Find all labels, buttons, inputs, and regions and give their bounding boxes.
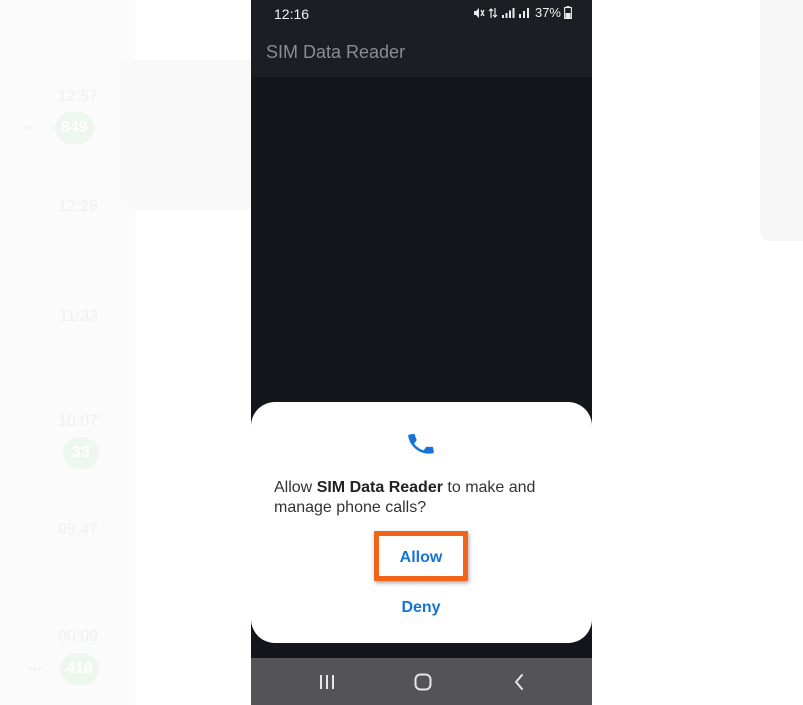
allow-button[interactable]: Allow bbox=[371, 543, 471, 573]
recent-apps-icon bbox=[320, 675, 334, 689]
deny-button[interactable]: Deny bbox=[371, 593, 471, 623]
back-button[interactable] bbox=[499, 668, 539, 696]
phone-screen: 12:16 37% SIM Data Reader Allow SIM Data… bbox=[251, 0, 592, 705]
permission-message: Allow SIM Data Reader to make and manage… bbox=[274, 478, 574, 518]
background-side-panel bbox=[760, 0, 803, 241]
background-thread-prefix: ••• bbox=[28, 661, 42, 676]
navigation-bar bbox=[251, 658, 592, 705]
status-time: 12:16 bbox=[274, 6, 310, 22]
battery-icon bbox=[564, 6, 572, 19]
background-card bbox=[120, 60, 251, 210]
home-icon bbox=[414, 673, 432, 691]
status-icons: 37% bbox=[473, 5, 572, 20]
background-thread-time: 11:33 bbox=[59, 308, 98, 325]
background-unread-badge: 33 bbox=[63, 437, 99, 469]
mute-icon bbox=[473, 7, 485, 18]
background-thread-time: 09:47 bbox=[57, 521, 98, 538]
status-bar: 12:16 37% bbox=[251, 0, 592, 28]
background-thread-time: 10:07 bbox=[57, 413, 98, 430]
home-button[interactable] bbox=[403, 668, 443, 696]
background-thread-time: 12:28 bbox=[57, 198, 98, 215]
background-thread-time: 00:09 bbox=[57, 628, 98, 645]
background-unread-badge: 418 bbox=[60, 653, 99, 685]
permission-dialog: Allow SIM Data Reader to make and manage… bbox=[251, 402, 592, 643]
background-thread-prefix: •• bbox=[24, 120, 34, 135]
app-title: SIM Data Reader bbox=[266, 42, 406, 62]
recent-apps-button[interactable] bbox=[307, 668, 347, 696]
app-bar: SIM Data Reader bbox=[251, 28, 592, 77]
back-icon bbox=[515, 674, 523, 690]
phone-icon bbox=[408, 433, 434, 454]
background-thread-time: 12:57 bbox=[57, 88, 98, 105]
signal-icon bbox=[501, 7, 515, 18]
background-unread-badge: 849 bbox=[55, 112, 94, 144]
battery-percentage: 37% bbox=[534, 5, 561, 20]
message-prefix: Allow bbox=[274, 479, 317, 496]
app-name: SIM Data Reader bbox=[316, 479, 443, 496]
signal-icon bbox=[518, 7, 529, 18]
data-transfer-icon bbox=[488, 7, 498, 18]
